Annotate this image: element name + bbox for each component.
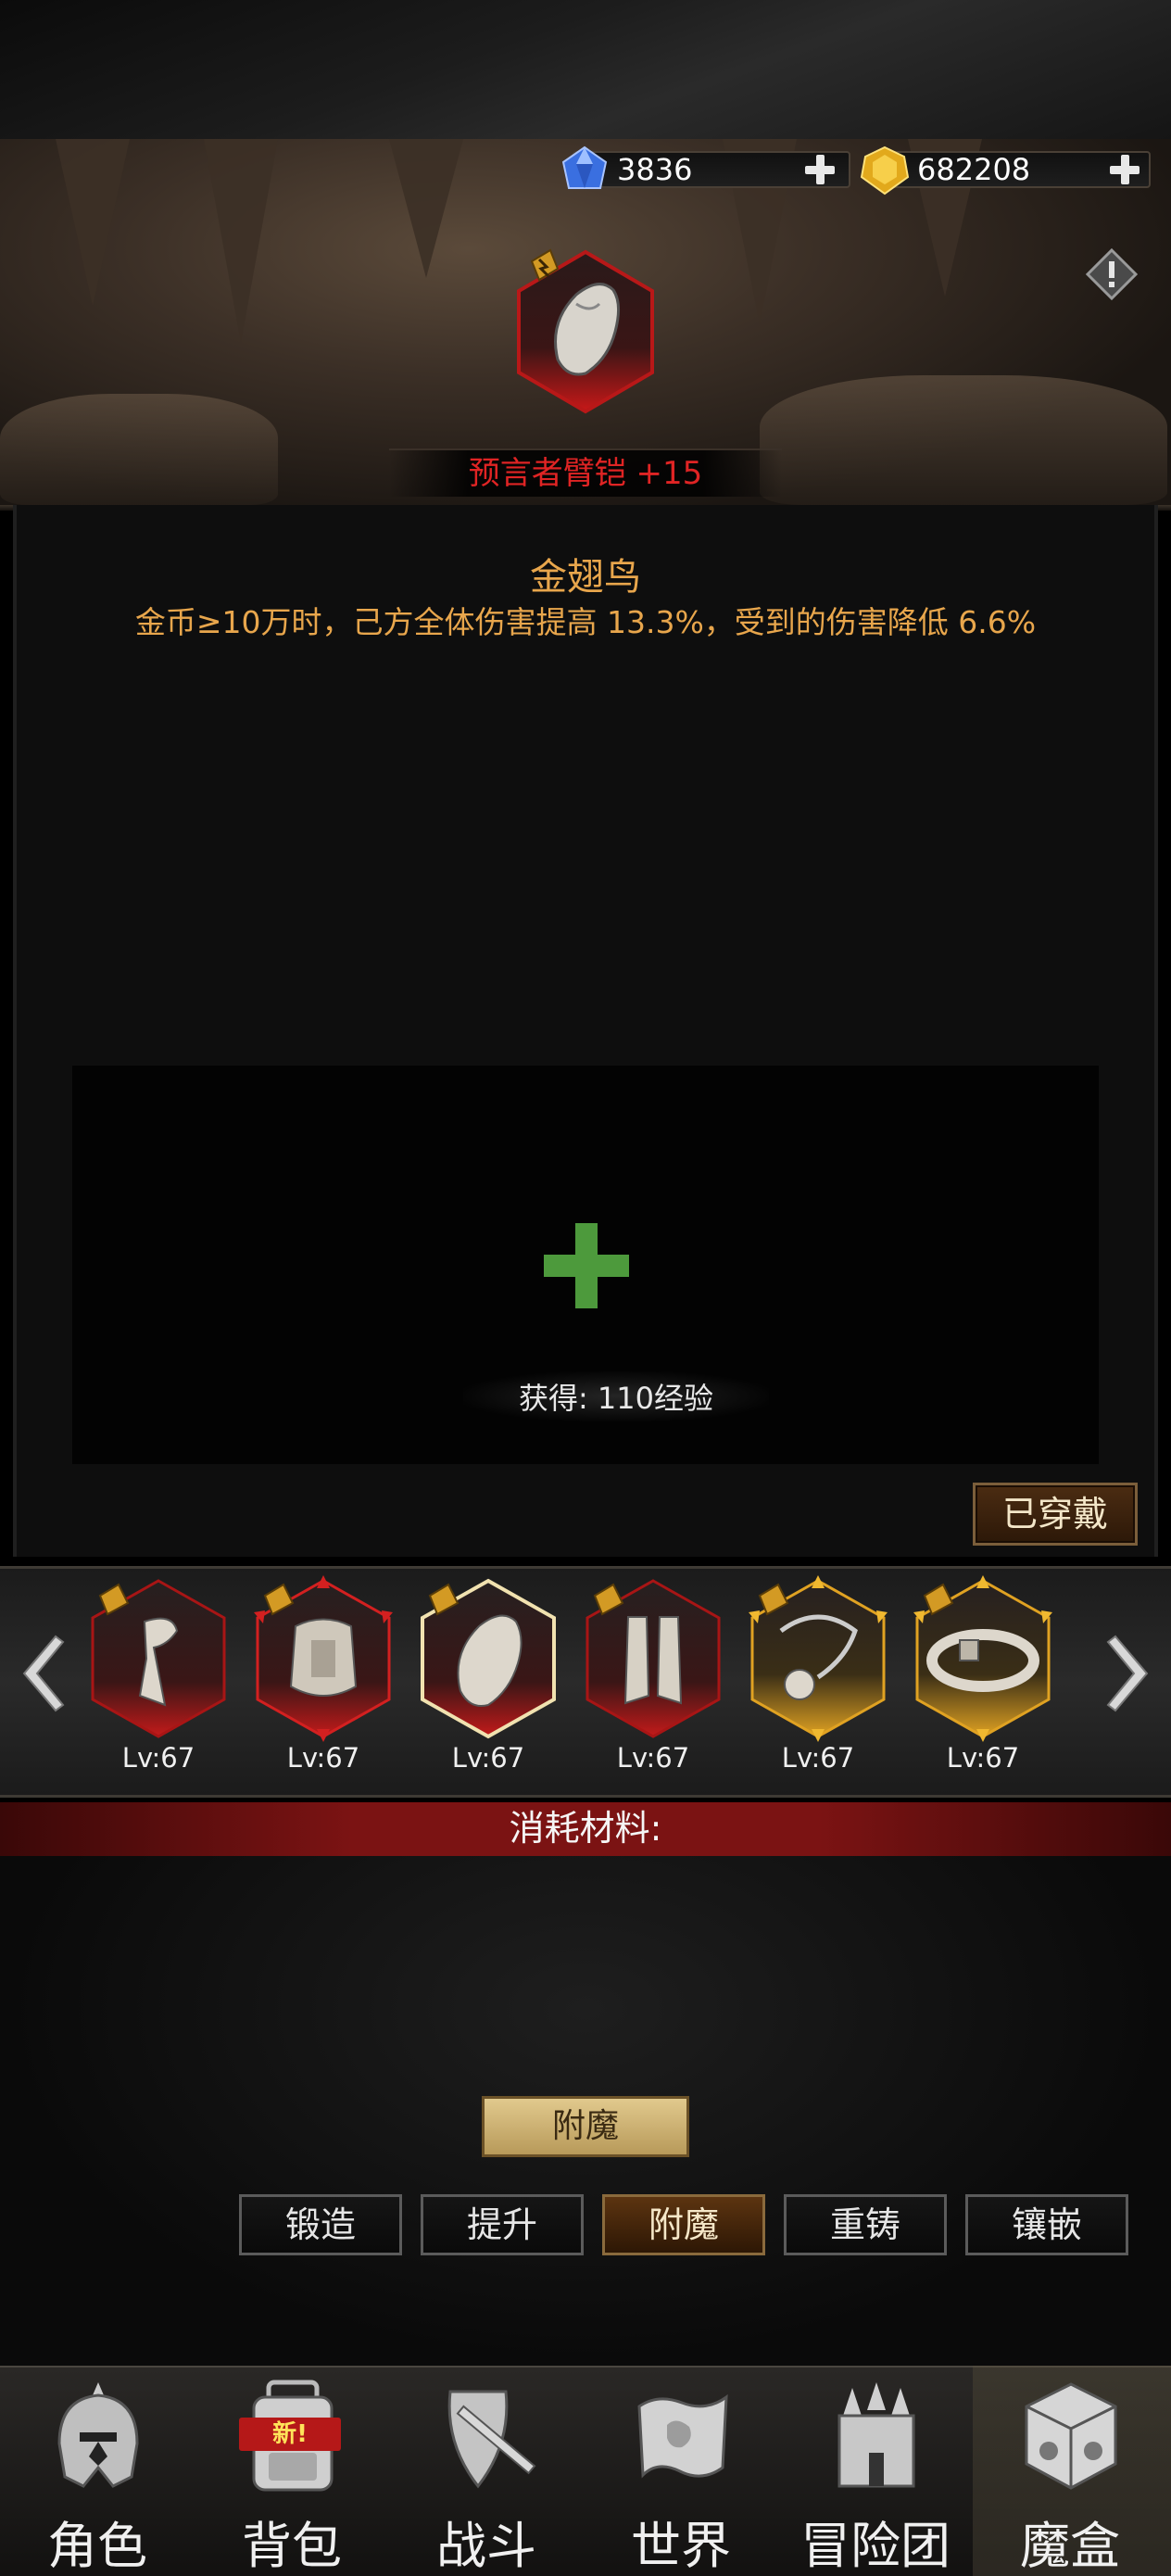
- nav-label: 世界: [631, 2517, 731, 2575]
- stalactite: [389, 139, 463, 278]
- blue-gem-icon: [561, 145, 608, 189]
- selected-item-icon: [511, 248, 660, 415]
- nav-label: 角色: [47, 2517, 147, 2575]
- chevron-right-icon[interactable]: [1102, 1633, 1158, 1714]
- enchant-button[interactable]: 附魔: [482, 2096, 689, 2157]
- castle-icon: [837, 2382, 915, 2488]
- equipment-slot[interactable]: Lv:67: [904, 1575, 1062, 1774]
- slot-level: Lv:67: [451, 1742, 525, 1774]
- tab-upgrade[interactable]: 提升: [421, 2194, 584, 2255]
- slot-level: Lv:67: [121, 1742, 195, 1774]
- map-scroll-icon: [637, 2393, 728, 2479]
- equipped-badge: 已穿戴: [973, 1483, 1138, 1546]
- slot-level: Lv:67: [286, 1742, 360, 1774]
- slot-level: Lv:67: [781, 1742, 855, 1774]
- nav-label: 背包: [242, 2517, 342, 2575]
- equipment-slot[interactable]: Lv:67: [574, 1575, 732, 1774]
- stalactite: [56, 139, 130, 306]
- nav-adventure-group[interactable]: 冒险团: [778, 2366, 973, 2576]
- status-bar-area: [0, 0, 1171, 139]
- magic-cube-icon: [1025, 2382, 1117, 2490]
- new-badge: 新!: [239, 2418, 341, 2451]
- materials-label: 消耗材料:: [0, 1802, 1171, 1856]
- add-gems-button[interactable]: [801, 151, 838, 188]
- equipment-slot[interactable]: Lv:67: [245, 1575, 402, 1774]
- gold-gem-icon: [860, 145, 910, 196]
- tab-recast[interactable]: 重铸: [784, 2194, 947, 2255]
- tab-enchant[interactable]: 附魔: [602, 2194, 765, 2255]
- slot-level: Lv:67: [616, 1742, 690, 1774]
- equipment-slot[interactable]: Lv:67: [80, 1575, 237, 1774]
- enchant-name: 金翅鸟: [530, 556, 641, 599]
- rock: [760, 375, 1167, 505]
- nav-magic-box[interactable]: 魔盒: [973, 2366, 1171, 2576]
- nav-battle[interactable]: 战斗: [389, 2366, 584, 2576]
- nav-label: 魔盒: [1020, 2517, 1120, 2575]
- gem-amount: 3836: [617, 152, 693, 187]
- add-material-icon[interactable]: [544, 1223, 629, 1308]
- helmet-icon: [57, 2382, 139, 2488]
- slot-level: Lv:67: [946, 1742, 1020, 1774]
- stalactite: [204, 139, 278, 343]
- nav-world[interactable]: 世界: [584, 2366, 778, 2576]
- exp-gain-text: 获得: 110经验: [463, 1371, 769, 1421]
- shield-sword-icon: [447, 2390, 536, 2489]
- chevron-left-icon[interactable]: [13, 1633, 69, 1714]
- add-gold-button[interactable]: [1106, 151, 1143, 188]
- nav-label: 冒险团: [800, 2517, 951, 2575]
- nav-character[interactable]: 角色: [0, 2366, 195, 2576]
- tab-forge[interactable]: 锻造: [239, 2194, 402, 2255]
- equipment-slot[interactable]: Lv:67: [739, 1575, 897, 1774]
- equipment-slot-selected[interactable]: Lv:67: [409, 1575, 567, 1774]
- nav-backpack[interactable]: 新! 背包: [195, 2366, 389, 2576]
- item-name: 预言者臂铠 +15: [389, 448, 782, 497]
- rock: [0, 394, 278, 505]
- info-icon[interactable]: [1086, 248, 1138, 300]
- tab-inlay[interactable]: 镶嵌: [965, 2194, 1128, 2255]
- gold-amount: 682208: [917, 152, 1031, 187]
- enchant-description: 金币≥10万时，己方全体伤害提高 13.3%，受到的伤害降低 6.6%: [134, 604, 1037, 640]
- nav-label: 战斗: [436, 2517, 536, 2575]
